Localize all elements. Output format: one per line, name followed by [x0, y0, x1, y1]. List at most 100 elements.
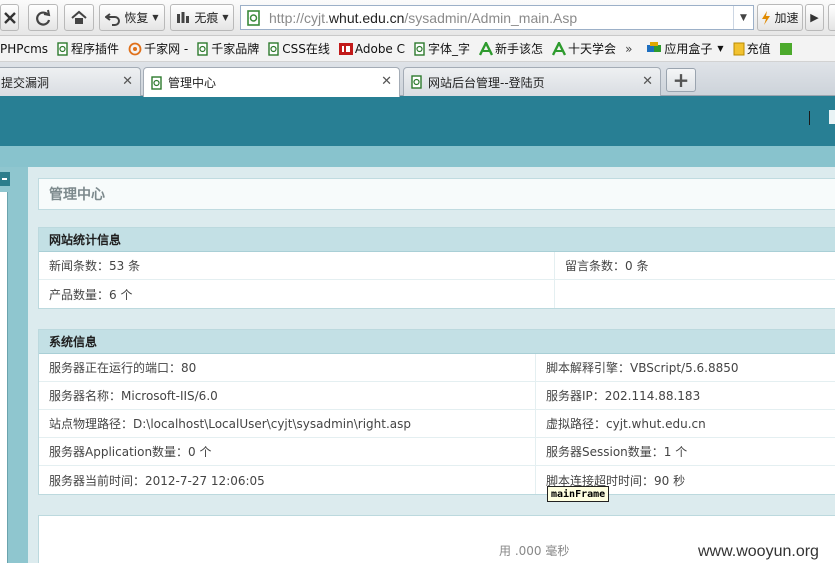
adobe-icon	[338, 42, 353, 55]
tab-label: 网站后台管理--登陆页	[428, 75, 545, 90]
play-icon: ▶	[810, 11, 819, 24]
app-box-button[interactable]: 应用盒子 ▼	[646, 40, 724, 57]
tab-submit-vuln[interactable]: 提交漏洞 ✕	[0, 67, 141, 96]
url-text: http://cyjt.whut.edu.cn/sysadmin/Admin_m…	[269, 9, 578, 26]
menu-button[interactable]	[828, 4, 835, 31]
stop-button[interactable]	[0, 4, 19, 31]
table-row: 新闻条数：53 条 留言条数：0 条	[39, 252, 835, 280]
header-link-fragment[interactable]	[829, 110, 835, 124]
table-row: 站点物理路径：D:\localhost\LocalUser\cyjt\sysad…	[39, 410, 835, 438]
chevron-down-icon[interactable]: ▼	[733, 6, 753, 29]
application-count: 服务器Application数量：0 个	[39, 438, 536, 465]
server-ip: 服务器IP：202.114.88.183	[546, 389, 701, 403]
chevron-down-icon: ▼	[717, 44, 724, 53]
system-info-heading: 系统信息	[39, 330, 835, 354]
page-title: 管理中心	[49, 187, 105, 203]
home-icon	[71, 10, 87, 24]
extension-icon-button[interactable]	[779, 42, 792, 56]
incognito-icon	[177, 11, 190, 23]
tab-login-page[interactable]: 网站后台管理--登陆页 ✕	[403, 67, 661, 96]
site-stats-panel: 网站统计信息 新闻条数：53 条 留言条数：0 条 产品数量：6 个	[38, 227, 835, 309]
bookmark-item[interactable]: PHPcms	[0, 42, 48, 56]
incognito-label: 无痕	[194, 11, 219, 25]
page-icon	[57, 41, 68, 56]
empty-cell	[555, 280, 565, 308]
page-icon	[247, 9, 260, 26]
system-info-panel: 系统信息 服务器正在运行的端口：80 脚本解释引擎：VBScript/5.6.8…	[38, 329, 835, 495]
refresh-button[interactable]	[28, 4, 58, 31]
page-title-box: 管理中心	[38, 178, 835, 210]
forward-button[interactable]: ▶	[805, 4, 824, 31]
bookmark-label: 新手该怎	[495, 42, 544, 56]
chevron-double-right-icon: »	[625, 41, 633, 56]
bookmark-label: 千家网 -	[144, 42, 189, 56]
admin-subheader	[0, 146, 835, 167]
virtual-path: 虚拟路径：cyjt.whut.edu.cn	[546, 417, 706, 431]
server-port: 服务器正在运行的端口：80	[39, 354, 536, 381]
server-name: 服务器名称：Microsoft-IIS/6.0	[39, 382, 536, 409]
bookmark-item[interactable]: 千家品牌	[197, 40, 259, 57]
bookmark-item[interactable]: 十天学会	[552, 40, 616, 57]
left-menu-panel	[0, 192, 8, 563]
undo-icon	[105, 12, 121, 26]
chevron-down-icon: ▼	[222, 13, 229, 22]
bookmark-item[interactable]: Adobe C	[338, 41, 406, 56]
news-count: 新闻条数：53 条	[39, 252, 555, 279]
bookmark-label: Adobe C	[354, 41, 406, 56]
bookmark-item[interactable]: 程序插件	[57, 40, 119, 57]
site-stats-heading: 网站统计信息	[39, 228, 835, 252]
render-time: 用 .000 毫秒	[499, 544, 570, 558]
table-row: 服务器正在运行的端口：80 脚本解释引擎：VBScript/5.6.8850	[39, 354, 835, 382]
tab-label: 管理中心	[168, 76, 217, 90]
table-row: 服务器当前时间：2012-7-27 12:06:05 脚本连接超时时间：90 秒	[39, 466, 835, 494]
table-row: 服务器Application数量：0 个 服务器Session数量：1 个	[39, 438, 835, 466]
address-bar[interactable]: http://cyjt.whut.edu.cn/sysadmin/Admin_m…	[240, 5, 754, 30]
close-tab-icon[interactable]: ✕	[642, 74, 653, 89]
admin-header	[0, 96, 835, 146]
new-tab-button[interactable]: +	[666, 68, 696, 92]
recharge-button[interactable]: 充值	[733, 40, 771, 57]
bookmark-label: 应用盒子	[664, 42, 713, 56]
home-button[interactable]	[64, 4, 94, 31]
site-icon	[128, 42, 142, 55]
product-count: 产品数量：6 个	[39, 280, 555, 308]
page-icon	[151, 75, 162, 90]
incognito-button[interactable]: 无痕 ▼	[170, 4, 234, 31]
more-bookmarks-button[interactable]: »	[625, 42, 632, 56]
green-extension-icon	[779, 42, 792, 55]
bookmark-label: 字体_字	[428, 42, 471, 56]
tab-admin-center[interactable]: 管理中心 ✕	[143, 67, 400, 97]
browser-toolbar: 恢复 ▼ 无痕 ▼ http://cyjt.whut.edu.cn/sysadm…	[0, 0, 835, 36]
cube-icon	[647, 41, 662, 52]
server-time: 服务器当前时间：2012-7-27 12:06:05	[39, 466, 536, 494]
bookmark-item[interactable]: CSS在线	[268, 40, 330, 57]
watermark: www.wooyun.org	[698, 543, 819, 560]
bookmark-label: CSS在线	[282, 42, 330, 56]
left-frame	[0, 167, 28, 563]
bookmark-item[interactable]: 千家网 -	[128, 40, 188, 57]
lightning-icon	[762, 10, 771, 25]
bookmark-label: 十天学会	[568, 42, 617, 56]
collapse-toggle-icon[interactable]	[0, 172, 10, 186]
page-icon	[411, 75, 422, 89]
header-divider	[809, 111, 810, 125]
bookmark-item[interactable]: 新手该怎	[479, 40, 543, 57]
speed-button[interactable]: 加速	[757, 4, 803, 31]
close-tab-icon[interactable]: ✕	[381, 74, 392, 89]
bookmark-label: 程序插件	[71, 42, 120, 56]
tab-label: 提交漏洞	[1, 75, 50, 90]
bookmark-item[interactable]: 字体_字	[414, 40, 470, 57]
bookmark-label: PHPcms	[0, 41, 49, 56]
plus-icon: +	[672, 68, 690, 92]
table-row: 产品数量：6 个	[39, 280, 835, 308]
table-row: 服务器名称：Microsoft-IIS/6.0 服务器IP：202.114.88…	[39, 382, 835, 410]
restore-button[interactable]: 恢复 ▼	[99, 4, 165, 31]
close-tab-icon[interactable]: ✕	[122, 74, 133, 89]
card-icon	[733, 42, 745, 55]
main-frame: 管理中心 网站统计信息 新闻条数：53 条 留言条数：0 条 产品数量：6 个 …	[28, 167, 835, 563]
page-viewport: 管理中心 网站统计信息 新闻条数：53 条 留言条数：0 条 产品数量：6 个 …	[0, 96, 835, 563]
message-count: 留言条数：0 条	[565, 259, 649, 273]
bookmarks-bar: PHPcms 程序插件 千家网 - 千家品牌 CSS在线 Adobe C 字体_…	[0, 36, 835, 62]
green-a-icon	[479, 41, 494, 56]
speed-label: 加速	[774, 11, 799, 25]
